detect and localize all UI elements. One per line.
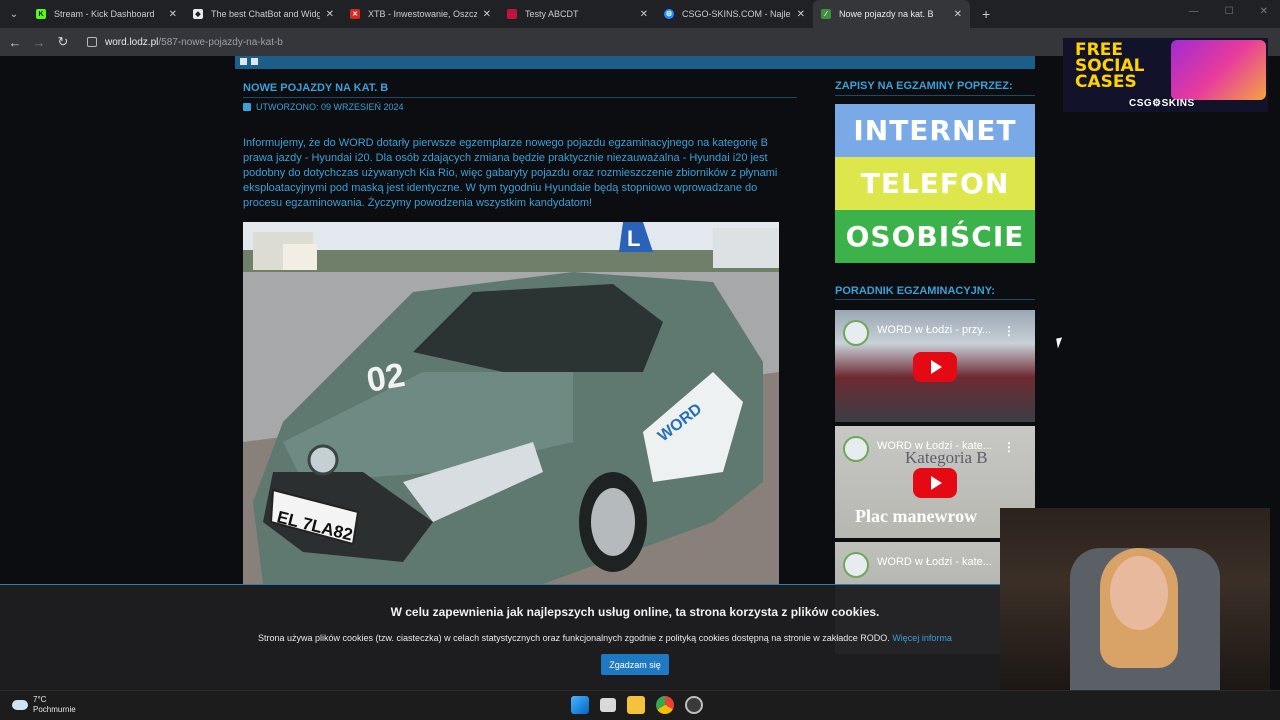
taskbar-apps [571, 696, 703, 714]
cookie-accept-button[interactable]: Zgadzam się [601, 654, 669, 675]
channel-logo-icon [843, 552, 869, 578]
close-tab-icon[interactable]: ✕ [483, 9, 491, 20]
guide-heading: PORADNIK EGZAMINACYJNY: [835, 285, 995, 297]
testy-favicon-icon [507, 9, 517, 19]
windows-taskbar: 7°C Pochmurnie [0, 690, 1280, 720]
youtube-play-icon[interactable] [913, 468, 957, 498]
word-favicon-icon: ∕ [821, 9, 831, 19]
site-nav-strip [235, 56, 1035, 69]
streamer-face [1110, 556, 1168, 630]
forward-arrow-icon[interactable]: → [27, 35, 51, 50]
close-window-icon[interactable]: ✕ [1260, 6, 1268, 17]
chatbot-favicon-icon: ◆ [193, 9, 203, 19]
csgo-skins-ad-overlay: FREE SOCIAL CASES CSG⚙SKINS [1063, 38, 1268, 112]
ad-headline: FREE SOCIAL CASES [1075, 42, 1145, 92]
created-label: UTWORZONO: 09 WRZESIEŃ 2024 [256, 102, 404, 112]
calendar-icon [243, 103, 251, 111]
signup-heading: ZAPISY NA EGZAMINY POPRZEZ: [835, 80, 1013, 92]
file-explorer-icon[interactable] [627, 696, 645, 714]
more-options-icon[interactable]: ⋮ [1003, 440, 1015, 454]
cloud-icon [12, 700, 28, 710]
tab-xtb[interactable]: ✕ XTB - Inwestowanie, Oszczędn ✕ [342, 0, 499, 28]
roof-sign-letter: L [627, 226, 640, 251]
url-omnibox[interactable]: word.lodz.pl/587-nowe-pojazdy-na-kat-b [87, 31, 787, 53]
menu-square-icon[interactable] [240, 58, 247, 65]
close-tab-icon[interactable]: ✕ [797, 9, 805, 20]
video-title: WORD w Łodzi - kate... [877, 440, 992, 452]
window-controls: — ☐ ✕ [1189, 6, 1268, 17]
close-tab-icon[interactable]: ✕ [326, 9, 334, 20]
xtb-favicon-icon: ✕ [350, 9, 360, 19]
car-illustration: 02 EL 7LA82 WORD L [243, 222, 779, 584]
browser-tab-strip: ⌄ K Stream - Kick Dashboard ✕ ◆ The best… [0, 0, 1280, 28]
new-tab-plus-icon[interactable]: + [982, 6, 990, 22]
title-divider [243, 97, 797, 98]
windows-start-icon[interactable] [571, 696, 589, 714]
article-photo-hyundai-i20: 02 EL 7LA82 WORD L [243, 222, 779, 584]
tab-kick-dashboard[interactable]: K Stream - Kick Dashboard ✕ [28, 0, 185, 28]
more-options-icon[interactable]: ⋮ [1003, 324, 1015, 338]
video-thumbnail[interactable]: WORD w Łodzi - przy... ⋮ [835, 310, 1035, 422]
site-info-icon[interactable] [87, 37, 97, 47]
signup-heading-divider [835, 95, 1035, 96]
article-body: Informujemy, że do WORD dotarły pierwsze… [243, 137, 778, 209]
cookie-description: Strona używa plików cookies (tzw. ciaste… [258, 633, 890, 643]
cookie-more-info-link[interactable]: Więcej informa [892, 633, 952, 643]
weather-condition: Pochmurnie [33, 705, 76, 714]
weather-widget[interactable]: 7°C Pochmurnie [12, 695, 76, 715]
tab-title: Stream - Kick Dashboard [54, 9, 155, 19]
tab-testy-abcdt[interactable]: Testy ABCDT ✕ [499, 0, 656, 28]
kick-favicon-icon: K [36, 9, 46, 19]
signup-internet[interactable]: INTERNET [835, 104, 1035, 157]
tab-csgo-skins[interactable]: ⚙ CSGO-SKINS.COM - Najlepsze ✕ [656, 0, 813, 28]
tab-chatbot-widgets[interactable]: ◆ The best ChatBot and Widgets ✕ [185, 0, 342, 28]
url-host: word.lodz.pl [105, 36, 159, 48]
signup-osobiscie[interactable]: OSOBIŚCIE [835, 210, 1035, 263]
weather-temperature: 7°C [33, 695, 47, 704]
signup-banner[interactable]: INTERNET TELEFON OSOBIŚCIE [835, 104, 1035, 264]
video-title: WORD w Łodzi - kate... [877, 556, 992, 568]
signup-telefon[interactable]: TELEFON [835, 157, 1035, 210]
back-arrow-icon[interactable]: ← [3, 35, 27, 50]
tab-title: Testy ABCDT [525, 9, 579, 19]
minimize-icon[interactable]: — [1189, 6, 1199, 17]
close-tab-icon[interactable]: ✕ [954, 9, 962, 20]
reload-icon[interactable]: ↻ [51, 34, 75, 50]
close-tab-icon[interactable]: ✕ [169, 9, 177, 20]
channel-logo-icon [843, 436, 869, 462]
menu-square-icon[interactable] [251, 58, 258, 65]
task-view-icon[interactable] [600, 698, 616, 712]
channel-logo-icon [843, 320, 869, 346]
video-title: WORD w Łodzi - przy... [877, 324, 992, 336]
maximize-icon[interactable]: ☐ [1225, 6, 1234, 17]
tab-title: CSGO-SKINS.COM - Najlepsze [682, 9, 791, 19]
hood-number: 02 [364, 356, 408, 400]
video-overlay-subtitle: Plac manewrow [855, 506, 978, 526]
chrome-icon[interactable] [656, 696, 674, 714]
streamer-webcam [1000, 508, 1270, 690]
tab-search-chevron-icon[interactable]: ⌄ [0, 0, 28, 28]
tab-title: The best ChatBot and Widgets [211, 9, 320, 19]
youtube-play-icon[interactable] [913, 352, 957, 382]
guide-heading-divider [835, 299, 1035, 300]
tab-nowe-pojazdy[interactable]: ∕ Nowe pojazdy na kat. B ✕ [813, 0, 970, 28]
cookie-text: Strona używa plików cookies (tzw. ciaste… [258, 633, 952, 643]
ad-phone-graphic [1171, 40, 1266, 100]
tab-title: XTB - Inwestowanie, Oszczędn [368, 9, 477, 19]
obs-icon[interactable] [685, 696, 703, 714]
csgo-skins-favicon-icon: ⚙ [664, 9, 674, 19]
tab-title: Nowe pojazdy na kat. B [839, 9, 934, 19]
close-tab-icon[interactable]: ✕ [640, 9, 648, 20]
article-created-date: UTWORZONO: 09 WRZESIEŃ 2024 [243, 102, 404, 112]
ad-brand: CSG⚙SKINS [1129, 98, 1195, 109]
url-path: /587-nowe-pojazdy-na-kat-b [158, 36, 283, 48]
article-title: NOWE POJAZDY NA KAT. B [243, 82, 389, 94]
ad-line-3: CASES [1075, 72, 1137, 92]
